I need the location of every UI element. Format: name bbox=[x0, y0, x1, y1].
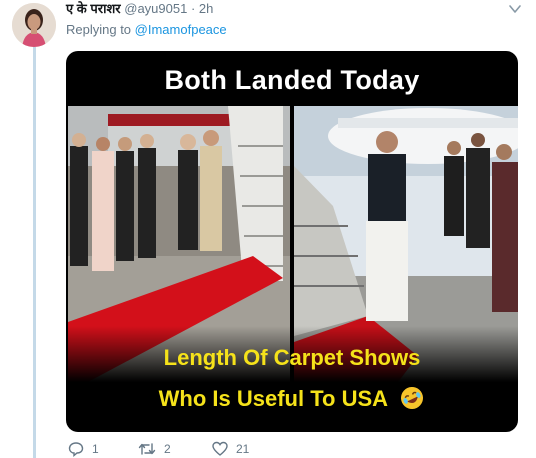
retweet-count: 2 bbox=[164, 442, 171, 456]
tweet-header: ए के पराशर @ayu9051 · 2h bbox=[66, 1, 213, 17]
reply-count: 1 bbox=[92, 442, 99, 456]
retweet-action[interactable]: 2 bbox=[138, 441, 171, 457]
replying-prefix: Replying to bbox=[66, 22, 132, 37]
thread-line bbox=[33, 45, 36, 458]
heart-icon bbox=[212, 441, 228, 456]
like-count: 21 bbox=[236, 442, 250, 456]
caption-line-2-text: Who Is Useful To USA bbox=[158, 386, 388, 411]
caption-line-2: Who Is Useful To USA bbox=[66, 385, 518, 412]
timestamp[interactable]: 2h bbox=[199, 1, 213, 16]
reply-action[interactable]: 1 bbox=[68, 441, 99, 457]
like-action[interactable]: 21 bbox=[212, 441, 249, 457]
display-name[interactable]: ए के पराशर bbox=[66, 1, 121, 16]
airport-arrival-photos bbox=[68, 106, 518, 382]
user-handle[interactable]: @ayu9051 bbox=[124, 1, 187, 16]
replying-to: Replying to @Imamofpeace bbox=[66, 22, 227, 37]
reply-mention-link[interactable]: @Imamofpeace bbox=[135, 22, 227, 37]
separator-dot: · bbox=[190, 1, 196, 16]
avatar[interactable] bbox=[12, 3, 56, 47]
rolling-on-floor-laughing-emoji-icon bbox=[401, 387, 424, 409]
retweet-icon bbox=[138, 443, 156, 455]
photo-collage bbox=[68, 106, 518, 382]
caption-line-1: Length Of Carpet Shows bbox=[163, 345, 421, 370]
tweet-media[interactable]: Both Landed Today Length Of Carpet Shows… bbox=[66, 51, 518, 432]
media-title: Both Landed Today bbox=[164, 65, 420, 95]
chevron-down-icon[interactable] bbox=[506, 2, 524, 16]
avatar-image bbox=[12, 3, 56, 47]
reply-icon bbox=[68, 442, 84, 457]
